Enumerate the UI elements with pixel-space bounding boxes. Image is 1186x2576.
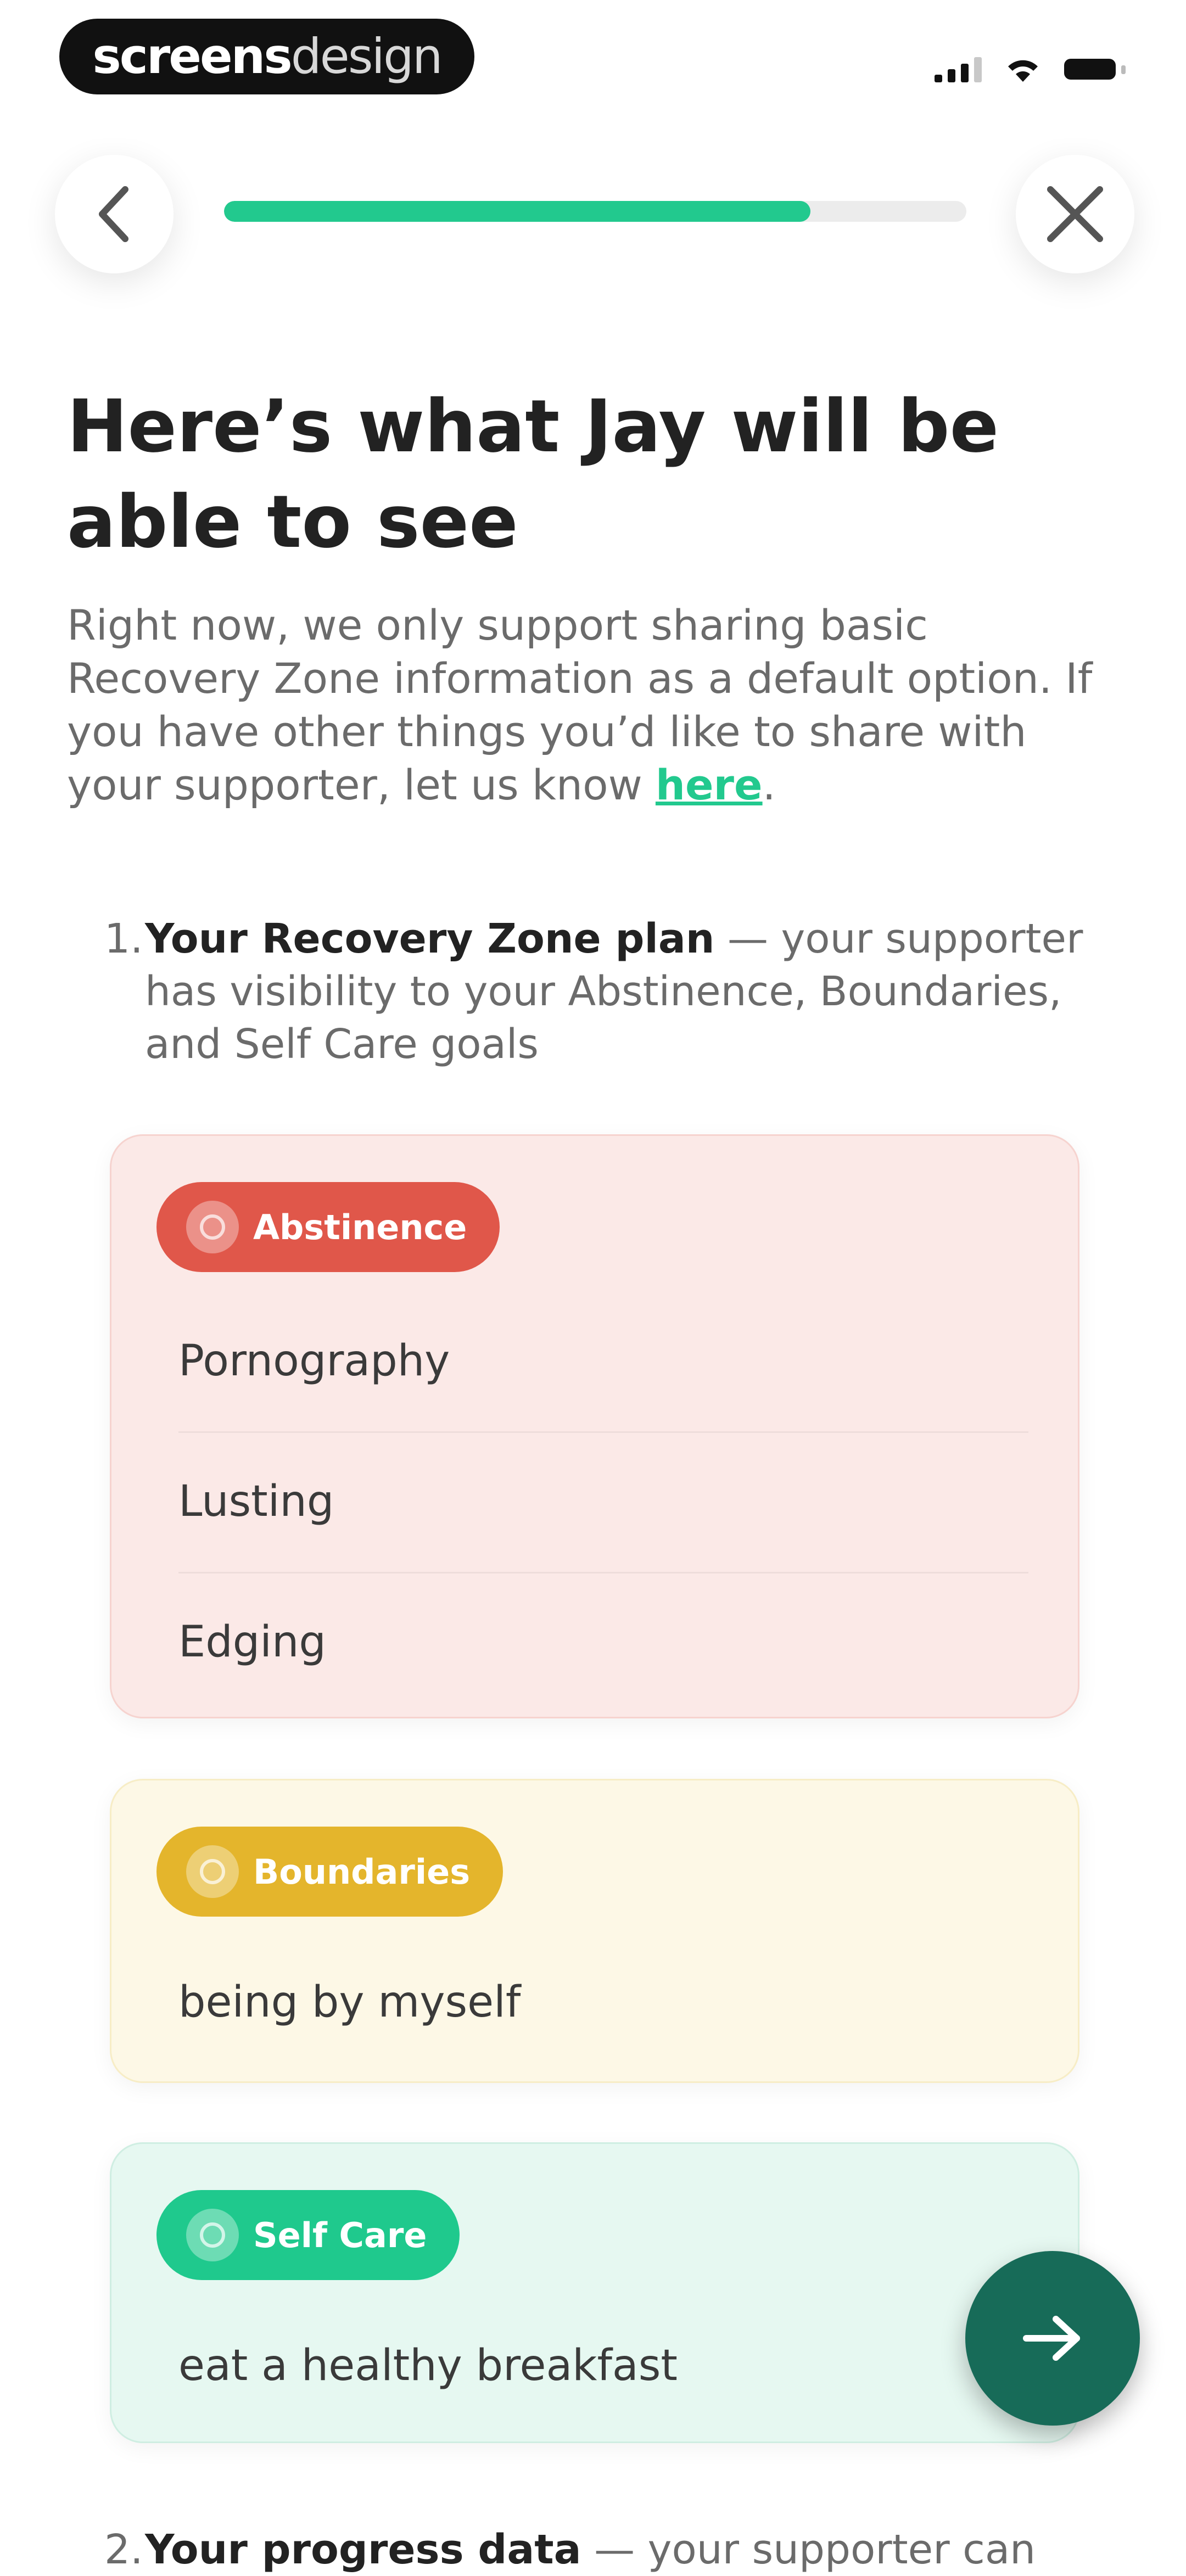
boundaries-icon — [186, 1845, 239, 1898]
wifi-icon — [1008, 60, 1038, 82]
brand-logo-bold: screens — [92, 28, 292, 85]
self-care-label: Self Care — [253, 2215, 427, 2255]
abstinence-entry: Lusting — [178, 1431, 1028, 1573]
abstinence-card: Abstinence Pornography Lusting Edging — [110, 1134, 1079, 1718]
arrow-right-icon — [1023, 2316, 1080, 2361]
list-item-number: 1. — [104, 915, 143, 962]
self-care-badge: Self Care — [156, 2190, 460, 2280]
abstinence-entry: Edging — [178, 1617, 326, 1667]
onboarding-progress-bar — [224, 201, 966, 222]
boundaries-entry: being by myself — [178, 1978, 521, 2027]
abstinence-icon — [186, 1201, 239, 1253]
brand-logo: screens design — [59, 19, 474, 94]
close-button[interactable] — [1016, 155, 1134, 273]
page-title: Here’s what Jay will be able to see — [67, 384, 999, 564]
list-item-heading: Your progress data — [145, 2526, 581, 2573]
progress-bar-fill — [224, 201, 811, 222]
close-icon — [1047, 186, 1103, 242]
feedback-link[interactable]: here — [656, 760, 763, 809]
self-care-icon — [186, 2209, 239, 2261]
chevron-left-icon — [99, 186, 128, 242]
status-icons — [935, 53, 1126, 86]
self-care-card: Self Care eat a healthy breakfast — [110, 2142, 1079, 2443]
list-item-number: 2. — [104, 2526, 143, 2573]
list-item-text: — your supporter can — [581, 2526, 1036, 2573]
intro-end: . — [762, 760, 776, 809]
list-item-recovery-zone-plan: 1. Your Recovery Zone plan — your suppor… — [104, 912, 1126, 1071]
brand-logo-light: design — [290, 28, 443, 85]
self-care-entry: eat a healthy breakfast — [178, 2341, 678, 2390]
abstinence-entry: Pornography — [178, 1291, 1028, 1433]
back-button[interactable] — [55, 155, 174, 273]
boundaries-card: Boundaries being by myself — [110, 1779, 1079, 2083]
intro-body: Right now, we only support sharing basic… — [67, 601, 1093, 809]
abstinence-badge: Abstinence — [156, 1182, 500, 1272]
boundaries-badge: Boundaries — [156, 1827, 504, 1917]
intro-text: Right now, we only support sharing basic… — [67, 598, 1127, 811]
next-button[interactable] — [965, 2251, 1140, 2426]
abstinence-label: Abstinence — [253, 1207, 467, 1247]
battery-icon — [1064, 55, 1126, 83]
cellular-signal-icon — [935, 56, 982, 82]
list-item-heading: Your Recovery Zone plan — [145, 915, 715, 962]
boundaries-label: Boundaries — [253, 1851, 471, 1892]
list-item-progress-data: 2. Your progress data — your supporter c… — [104, 2523, 1126, 2576]
